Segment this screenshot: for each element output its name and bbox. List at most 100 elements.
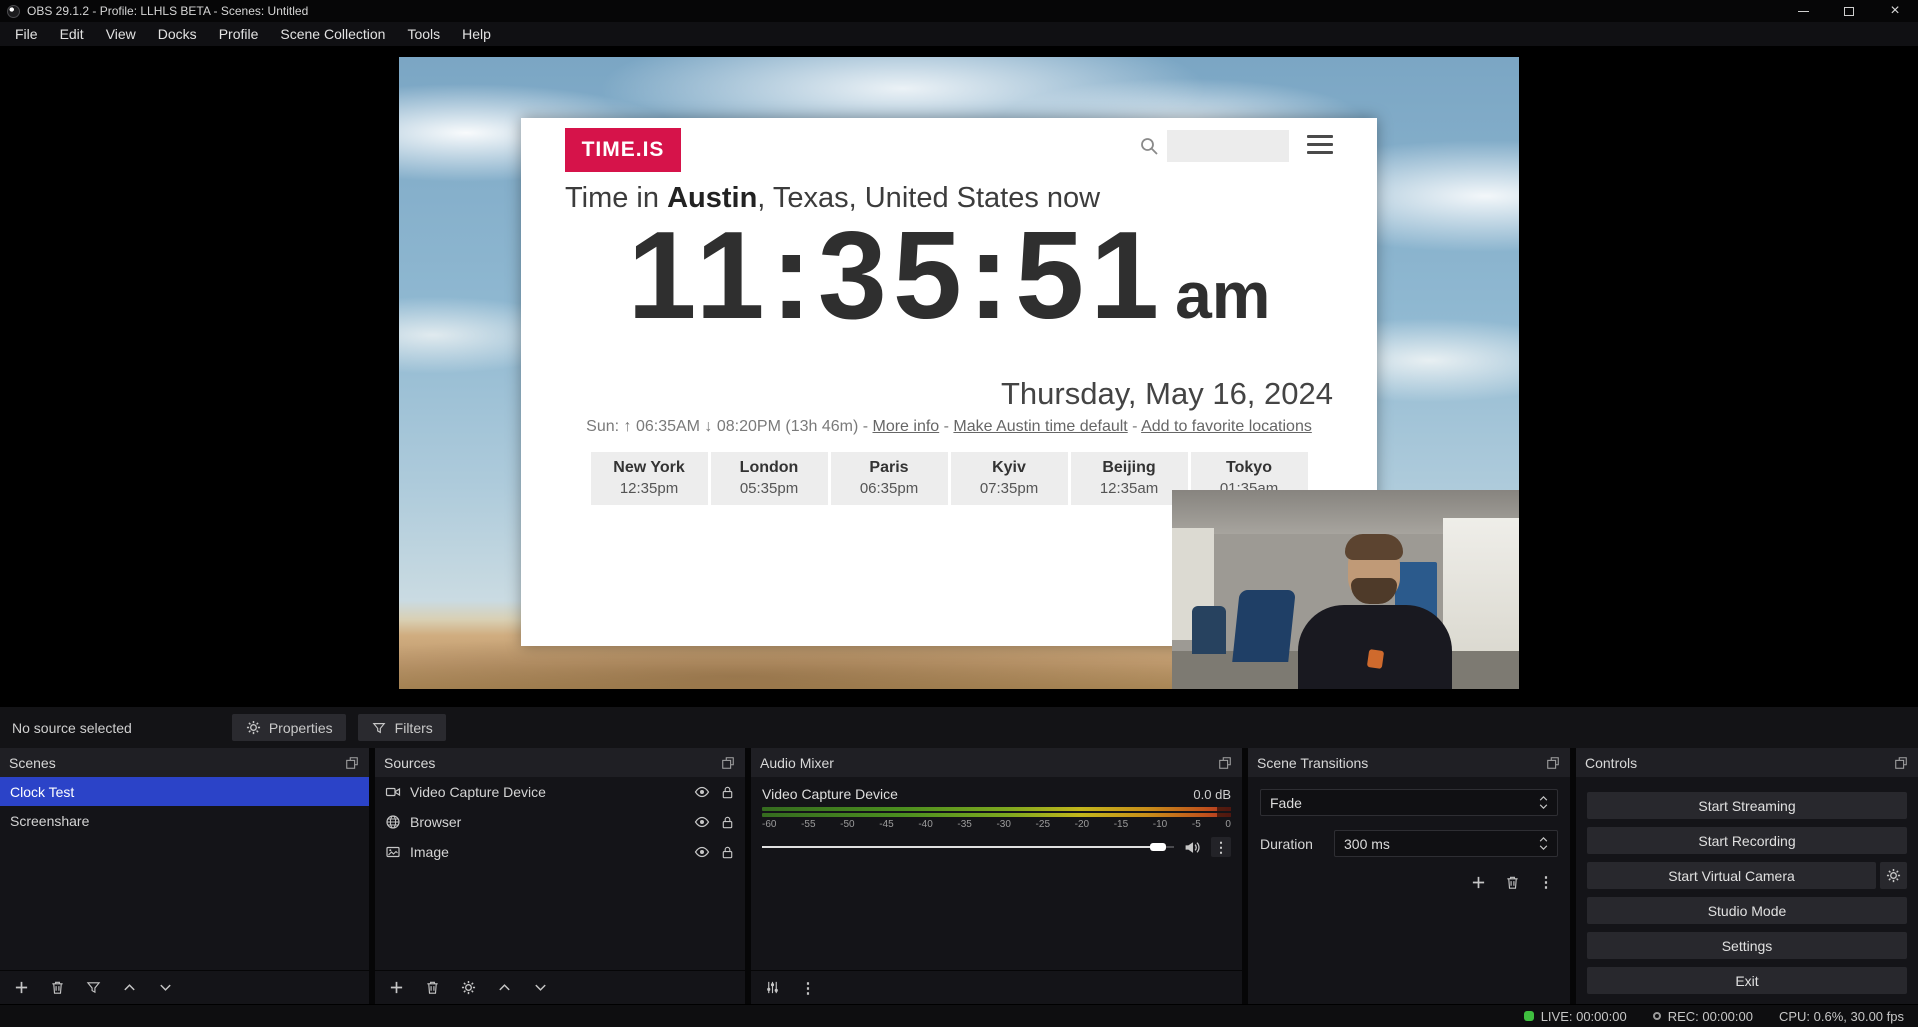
popout-icon[interactable]	[720, 755, 736, 771]
duration-increase-icon[interactable]	[1539, 837, 1548, 842]
remove-scene-button[interactable]	[48, 979, 66, 997]
settings-button[interactable]: Settings	[1587, 932, 1907, 959]
sources-dock: Sources Video Capture Device	[375, 748, 745, 1004]
add-scene-button[interactable]	[12, 979, 30, 997]
preview-area: TIME.IS Time in Austin, Texas, United St…	[0, 47, 1918, 706]
hamburger-menu-icon	[1307, 135, 1333, 154]
performance-stats: CPU: 0.6%, 30.00 fps	[1779, 1009, 1904, 1024]
volume-slider-handle[interactable]	[1150, 843, 1166, 851]
chevron-up-icon[interactable]	[1539, 796, 1548, 801]
video-capture-overlay[interactable]	[1172, 490, 1519, 689]
controls-dock: Controls Start Streaming Start Recording…	[1576, 748, 1918, 1004]
popout-icon[interactable]	[1545, 755, 1561, 771]
meter-scale: -60-55-50-45-40-35-30-25-20-15-10-50	[762, 819, 1231, 830]
properties-button[interactable]: Properties	[232, 714, 346, 741]
move-source-up-button[interactable]	[495, 979, 513, 997]
duration-value: 300 ms	[1344, 836, 1390, 852]
scene-item-clock-test[interactable]: Clock Test	[0, 777, 369, 806]
source-label: Video Capture Device	[410, 784, 546, 800]
menu-docks[interactable]: Docks	[147, 22, 208, 46]
transition-select[interactable]: Fade	[1260, 789, 1558, 816]
start-recording-button[interactable]: Start Recording	[1587, 827, 1907, 854]
lock-icon[interactable]	[719, 844, 736, 861]
menu-scene-collection[interactable]: Scene Collection	[269, 22, 396, 46]
visibility-icon[interactable]	[693, 784, 710, 801]
add-transition-button[interactable]	[1466, 871, 1490, 893]
source-label: Image	[410, 844, 449, 860]
popout-icon[interactable]	[344, 755, 360, 771]
window-controls: ×	[1780, 0, 1918, 22]
status-bar: LIVE: 00:00:00 REC: 00:00:00 CPU: 0.6%, …	[0, 1004, 1918, 1027]
window-title: OBS 29.1.2 - Profile: LLHLS BETA - Scene…	[27, 4, 308, 18]
scene-filters-button[interactable]	[84, 979, 102, 997]
virtual-camera-config-button[interactable]	[1880, 862, 1907, 889]
studio-mode-button[interactable]: Studio Mode	[1587, 897, 1907, 924]
city-london: London05:35pm	[711, 452, 828, 505]
timeis-logo: TIME.IS	[565, 128, 681, 172]
webcam-chair	[1232, 590, 1296, 662]
remove-transition-button[interactable]	[1500, 871, 1524, 893]
webcam-person-beard	[1351, 578, 1397, 604]
scenes-toolbar	[0, 970, 369, 1004]
filters-button[interactable]: Filters	[358, 714, 446, 741]
source-properties-button[interactable]	[459, 979, 477, 997]
mixer-toolbar: ⋮	[751, 970, 1242, 1004]
source-item-video-capture[interactable]: Video Capture Device	[375, 777, 745, 807]
duration-spinbox[interactable]: 300 ms	[1334, 830, 1558, 857]
source-item-browser[interactable]: Browser	[375, 807, 745, 837]
menu-help[interactable]: Help	[451, 22, 502, 46]
start-virtual-camera-button[interactable]: Start Virtual Camera	[1587, 862, 1876, 889]
scene-item-screenshare[interactable]: Screenshare	[0, 806, 369, 835]
sources-dock-title: Sources	[384, 755, 435, 771]
speaker-icon[interactable]	[1184, 839, 1201, 856]
menu-profile[interactable]: Profile	[208, 22, 270, 46]
volume-meter	[762, 807, 1231, 817]
search-input	[1167, 130, 1289, 162]
scenes-dock-header: Scenes	[0, 748, 369, 777]
minimize-button[interactable]	[1780, 0, 1826, 22]
mixer-channel-menu-button[interactable]: ⋮	[1211, 837, 1231, 857]
city-kyiv: Kyiv07:35pm	[951, 452, 1068, 505]
volume-slider[interactable]	[762, 840, 1174, 854]
exit-button[interactable]: Exit	[1587, 967, 1907, 994]
source-label: Browser	[410, 814, 461, 830]
controls-dock-header: Controls	[1576, 748, 1918, 777]
move-scene-down-button[interactable]	[156, 979, 174, 997]
image-icon	[384, 844, 401, 861]
scenes-dock-title: Scenes	[9, 755, 56, 771]
menu-tools[interactable]: Tools	[396, 22, 451, 46]
popout-icon[interactable]	[1893, 755, 1909, 771]
gear-icon	[1886, 868, 1901, 883]
menu-file[interactable]: File	[4, 22, 49, 46]
duration-decrease-icon[interactable]	[1539, 845, 1548, 850]
menu-view[interactable]: View	[95, 22, 147, 46]
program-canvas[interactable]: TIME.IS Time in Austin, Texas, United St…	[399, 57, 1519, 689]
visibility-icon[interactable]	[693, 814, 710, 831]
lock-icon[interactable]	[719, 814, 736, 831]
mixer-menu-button[interactable]: ⋮	[799, 979, 817, 997]
move-source-down-button[interactable]	[531, 979, 549, 997]
filters-label: Filters	[395, 720, 433, 736]
lock-icon[interactable]	[719, 784, 736, 801]
live-indicator-icon	[1524, 1011, 1534, 1021]
volume-slider-track[interactable]	[762, 846, 1174, 848]
globe-icon	[384, 814, 401, 831]
live-time: LIVE: 00:00:00	[1541, 1009, 1627, 1024]
advanced-audio-button[interactable]	[763, 979, 781, 997]
popout-icon[interactable]	[1217, 755, 1233, 771]
add-source-button[interactable]	[387, 979, 405, 997]
source-context-toolbar: No source selected Properties Filters	[0, 706, 1918, 748]
transition-properties-button[interactable]: ⋮	[1534, 871, 1558, 893]
maximize-button[interactable]	[1826, 0, 1872, 22]
chevron-down-icon[interactable]	[1539, 804, 1548, 809]
remove-source-button[interactable]	[423, 979, 441, 997]
close-button[interactable]: ×	[1872, 0, 1918, 22]
source-item-image[interactable]: Image	[375, 837, 745, 867]
city-paris: Paris06:35pm	[831, 452, 948, 505]
more-info-link: More info	[873, 418, 940, 435]
start-streaming-button[interactable]: Start Streaming	[1587, 792, 1907, 819]
menu-edit[interactable]: Edit	[49, 22, 95, 46]
visibility-icon[interactable]	[693, 844, 710, 861]
move-scene-up-button[interactable]	[120, 979, 138, 997]
search-icon	[1139, 136, 1159, 156]
